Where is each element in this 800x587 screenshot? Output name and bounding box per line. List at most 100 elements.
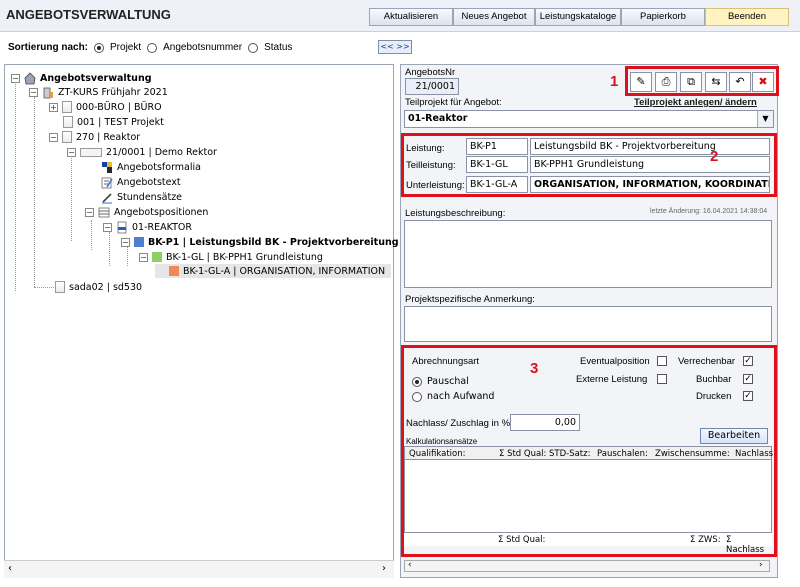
- papierkorb-button[interactable]: Papierkorb: [621, 8, 705, 26]
- beenden-button[interactable]: Beenden: [705, 8, 789, 26]
- building-icon: [42, 86, 54, 99]
- teilprojekt-label: Teilprojekt für Angebot:: [405, 97, 502, 108]
- collapse-icon[interactable]: −: [29, 87, 38, 97]
- angebotsnr-label: AngebotsNr: [405, 67, 456, 78]
- tree-node-270[interactable]: − 270 | Reaktor: [49, 130, 140, 144]
- blue-square-icon: [134, 237, 144, 247]
- tree-label: Angebotsformalia: [117, 161, 201, 173]
- sort-angebotsnummer-radio[interactable]: [147, 42, 158, 53]
- tree-guide-line: [71, 151, 72, 241]
- sort-label: Sortierung nach:: [8, 42, 89, 53]
- detail-horizontal-scrollbar[interactable]: ‹ ›: [404, 560, 770, 572]
- scroll-left-icon[interactable]: ‹: [408, 560, 412, 570]
- teilprojekt-select[interactable]: 01-Reaktor: [404, 110, 774, 128]
- aktualisieren-button[interactable]: Aktualisieren: [369, 8, 453, 26]
- tree-node-001[interactable]: 001 | TEST Projekt: [63, 115, 164, 129]
- tree-label: 001 | TEST Projekt: [77, 116, 164, 128]
- leistungskataloge-button[interactable]: Leistungskataloge: [535, 8, 621, 26]
- tree-guide-line: [109, 232, 110, 266]
- last-changed-text: letzte Änderung: 16.04.2021 14:38:04: [650, 208, 768, 215]
- tree-node-bk-1-gl-a[interactable]: BK-1-GL-A | ORGANISATION, INFORMATION: [155, 264, 391, 278]
- tree-guide-line: [15, 81, 16, 291]
- offer-icon: [80, 147, 102, 157]
- tree-label: 000-BÜRO | BÜRO: [76, 101, 162, 113]
- table-icon: [98, 206, 110, 219]
- tree-node-sada02[interactable]: sada02 | sd530: [55, 280, 142, 294]
- chevron-down-icon[interactable]: ▼: [757, 111, 773, 127]
- tree-label: Angebotsverwaltung: [40, 72, 152, 84]
- annotation-box-2: [401, 133, 777, 197]
- neues-angebot-button[interactable]: Neues Angebot: [453, 8, 535, 26]
- tree-label: 21/0001 | Demo Rektor: [106, 146, 217, 158]
- tree-label: Angebotstext: [117, 176, 181, 188]
- collapse-icon[interactable]: −: [49, 132, 58, 142]
- house-icon: [24, 71, 36, 85]
- annotation-box-3: [401, 345, 777, 557]
- expand-icon[interactable]: +: [49, 102, 58, 112]
- tree-node-reaktor[interactable]: − 01-REAKTOR: [103, 220, 192, 234]
- collapse-toggle-button[interactable]: << >>: [378, 40, 412, 54]
- tree-node-root[interactable]: − Angebotsverwaltung: [11, 71, 152, 85]
- green-square-icon: [152, 252, 162, 262]
- annotation-label-1: 1: [610, 73, 619, 90]
- tree-node-formalia[interactable]: Angebotsformalia: [101, 160, 201, 174]
- document-icon: [62, 101, 72, 113]
- scroll-right-icon[interactable]: ›: [382, 563, 386, 574]
- tree-label: BK-1-GL | BK-PPH1 Grundleistung: [166, 251, 323, 263]
- tree-node-course[interactable]: − ZT-KURS Frühjahr 2021: [29, 85, 168, 99]
- sort-projekt-radio[interactable]: [94, 42, 105, 53]
- tree-guide-line: [34, 287, 56, 288]
- tree-label: ZT-KURS Frühjahr 2021: [58, 86, 168, 98]
- tree-node-bk-p1[interactable]: − BK-P1 | Leistungsbild BK - Projektvorb…: [121, 235, 399, 249]
- tree-node-stunden[interactable]: Stundensätze: [101, 190, 182, 204]
- anmerkung-textarea[interactable]: [404, 306, 772, 342]
- annotation-box-1: [625, 66, 779, 96]
- anmerkung-label: Projektspezifische Anmerkung:: [405, 294, 535, 305]
- sort-bar: Sortierung nach: Projekt Angebotsnummer …: [8, 42, 292, 53]
- collapse-icon[interactable]: −: [121, 237, 130, 247]
- pen-icon: [101, 191, 113, 204]
- tree-label: Stundensätze: [117, 191, 183, 203]
- annotation-label-3: 3: [530, 360, 539, 377]
- tree-label: 270 | Reaktor: [76, 131, 141, 143]
- tree-node-000[interactable]: + 000-BÜRO | BÜRO: [49, 100, 162, 114]
- document-icon: [55, 281, 65, 293]
- app-title: ANGEBOTSVERWALTUNG: [6, 7, 171, 22]
- leistungsbeschreibung-label: Leistungsbeschreibung:: [405, 208, 506, 219]
- tree-node-bk-1-gl[interactable]: − BK-1-GL | BK-PPH1 Grundleistung: [139, 250, 323, 264]
- sort-projekt-label: Projekt: [110, 42, 142, 53]
- tree-node-text[interactable]: Angebotstext: [101, 175, 181, 189]
- leistungsbeschreibung-textarea[interactable]: [404, 220, 772, 288]
- collapse-icon[interactable]: −: [85, 207, 94, 217]
- sort-angebotsnummer-label: Angebotsnummer: [163, 42, 243, 53]
- orange-square-icon: [169, 266, 179, 276]
- collapse-icon[interactable]: −: [67, 147, 76, 157]
- collapse-icon[interactable]: −: [139, 252, 148, 262]
- tree-label: Angebotspositionen: [114, 206, 209, 218]
- tree-panel: − Angebotsverwaltung − ZT-KURS Frühjahr …: [4, 64, 399, 578]
- tree-guide-line: [127, 246, 128, 266]
- tree-guide-line: [91, 220, 92, 250]
- document-blue-icon: [116, 221, 128, 234]
- document-icon: [63, 116, 73, 128]
- collapse-icon[interactable]: −: [11, 73, 20, 83]
- annotation-label-2: 2: [710, 148, 719, 165]
- scroll-right-icon[interactable]: ›: [759, 560, 763, 570]
- sort-status-radio[interactable]: [248, 42, 259, 53]
- edit-text-icon: [101, 176, 113, 189]
- tree-label: 01-REAKTOR: [132, 221, 192, 233]
- collapse-icon[interactable]: −: [103, 222, 112, 232]
- sort-status-label: Status: [264, 42, 293, 53]
- tree-label: BK-1-GL-A | ORGANISATION, INFORMATION: [183, 265, 386, 277]
- teilprojekt-link[interactable]: Teilprojekt anlegen/ ändern: [634, 97, 757, 108]
- tree-label: BK-P1 | Leistungsbild BK - Projektvorber…: [148, 236, 399, 248]
- tree-node-21-0001[interactable]: − 21/0001 | Demo Rektor: [67, 145, 217, 159]
- angebotsnr-field[interactable]: 21/0001: [405, 78, 459, 95]
- tree-horizontal-scrollbar[interactable]: ‹ ›: [4, 560, 394, 578]
- tree-node-positionen[interactable]: − Angebotspositionen: [85, 205, 208, 219]
- tree-guide-line: [34, 97, 35, 287]
- scroll-left-icon[interactable]: ‹: [8, 563, 12, 574]
- formalia-icon: [101, 161, 113, 174]
- document-icon: [62, 131, 72, 143]
- tree-label: sada02 | sd530: [69, 281, 143, 293]
